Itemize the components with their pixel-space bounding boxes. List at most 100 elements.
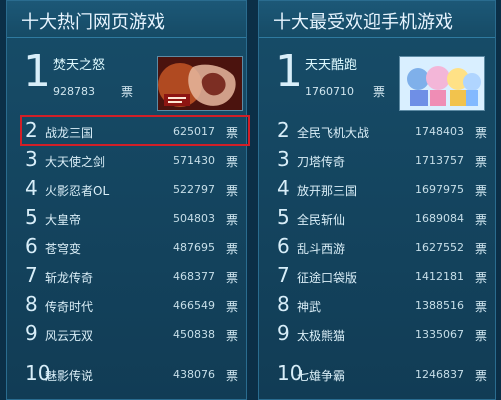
ranking-row[interactable]: 7 征途口袋版 1412181 票 [259, 264, 495, 290]
game-name[interactable]: 传奇时代 [45, 298, 93, 315]
panel-title: 十大最受欢迎手机游戏 [273, 12, 453, 33]
game-name[interactable]: 大天使之剑 [45, 153, 105, 170]
vote-count: 1388516 [415, 299, 464, 312]
rank-number: 5 [277, 205, 290, 229]
ranking-row[interactable]: 3 刀塔传奇 1713757 票 [259, 148, 495, 174]
right-panel: 十大最受欢迎手机游戏 1 天天酷跑 1760710 票 2 全民飞机大战 174… [258, 0, 496, 400]
game-name[interactable]: 七雄争霸 [297, 367, 345, 384]
rank-number: 9 [277, 321, 290, 345]
vote-count: 1713757 [415, 154, 464, 167]
rank-number: 6 [25, 234, 38, 258]
vote-count: 1697975 [415, 183, 464, 196]
vote-unit: 票 [474, 369, 487, 383]
rank-number: 1 [275, 46, 303, 97]
game-name[interactable]: 苍穹变 [45, 240, 81, 257]
rank-number: 2 [277, 118, 290, 142]
game-name[interactable]: 火影忍者OL [45, 182, 109, 199]
ranking-row[interactable]: 9 风云无双 450838 票 [7, 322, 246, 348]
ranking-row[interactable]: 5 全民斩仙 1689084 票 [259, 206, 495, 232]
game-thumbnail-art [158, 57, 242, 110]
rank-number: 9 [25, 321, 38, 345]
ranking-row[interactable]: 10 魅影传说 438076 票 [7, 362, 246, 388]
vote-count: 450838 [173, 328, 215, 341]
ranking-row[interactable]: 8 传奇时代 466549 票 [7, 293, 246, 319]
top-ranked-item[interactable]: 1 天天酷跑 1760710 票 [259, 50, 495, 113]
vote-count: 1689084 [415, 212, 464, 225]
game-name[interactable]: 放开那三国 [297, 182, 357, 199]
vote-unit: 票 [474, 155, 487, 169]
game-thumbnail-art [400, 57, 484, 110]
game-thumbnail[interactable] [399, 56, 485, 111]
rank-number: 7 [277, 263, 290, 287]
ranking-row[interactable]: 4 放开那三国 1697975 票 [259, 177, 495, 203]
vote-unit: 票 [474, 271, 487, 285]
rank-number: 6 [277, 234, 290, 258]
vote-count: 522797 [173, 183, 215, 196]
vote-count: 1748403 [415, 125, 464, 138]
vote-count: 1760710 [305, 85, 354, 98]
game-name[interactable]: 风云无双 [45, 327, 93, 344]
game-name[interactable]: 征途口袋版 [297, 269, 357, 286]
vote-count: 571430 [173, 154, 215, 167]
game-name[interactable]: 战龙三国 [45, 124, 93, 141]
left-panel: 十大热门网页游戏 1 焚天之怒 928783 票 2 战龙三国 625017 票… [6, 0, 250, 400]
game-name[interactable]: 全民飞机大战 [297, 124, 369, 141]
vote-unit: 票 [225, 242, 238, 256]
game-name[interactable]: 天天酷跑 [305, 54, 357, 73]
vote-count: 1335067 [415, 328, 464, 341]
vote-unit: 票 [373, 85, 386, 99]
ranking-row[interactable]: 8 神武 1388516 票 [259, 293, 495, 319]
game-name[interactable]: 魅影传说 [45, 367, 93, 384]
ranking-row[interactable]: 3 大天使之剑 571430 票 [7, 148, 246, 174]
vote-unit: 票 [225, 184, 238, 198]
game-name[interactable]: 全民斩仙 [297, 211, 345, 228]
ranking-row[interactable]: 6 乱斗西游 1627552 票 [259, 235, 495, 261]
ranking-row[interactable]: 10 七雄争霸 1246837 票 [259, 362, 495, 388]
rank-number: 4 [277, 176, 290, 200]
game-name[interactable]: 大皇帝 [45, 211, 81, 228]
vote-unit: 票 [121, 85, 134, 99]
vote-unit: 票 [474, 213, 487, 227]
rank-number: 8 [277, 292, 290, 316]
game-name[interactable]: 焚天之怒 [53, 54, 105, 73]
vote-unit: 票 [474, 184, 487, 198]
vote-count: 1627552 [415, 241, 464, 254]
vote-unit: 票 [474, 242, 487, 256]
vote-count: 504803 [173, 212, 215, 225]
vote-count: 625017 [173, 125, 215, 138]
game-name[interactable]: 斩龙传奇 [45, 269, 93, 286]
vote-unit: 票 [225, 213, 238, 227]
vote-count: 466549 [173, 299, 215, 312]
rank-number: 2 [25, 118, 38, 142]
ranking-row[interactable]: 9 太极熊猫 1335067 票 [259, 322, 495, 348]
top-ranked-item[interactable]: 1 焚天之怒 928783 票 [7, 50, 246, 113]
vote-unit: 票 [225, 126, 238, 140]
ranking-row[interactable]: 2 战龙三国 625017 票 [7, 119, 246, 145]
ranking-row[interactable]: 7 斩龙传奇 468377 票 [7, 264, 246, 290]
ranking-row[interactable]: 6 苍穹变 487695 票 [7, 235, 246, 261]
vote-count: 487695 [173, 241, 215, 254]
game-name[interactable]: 乱斗西游 [297, 240, 345, 257]
vote-unit: 票 [225, 369, 238, 383]
rank-number: 3 [277, 147, 290, 171]
panel-title: 十大热门网页游戏 [21, 12, 165, 33]
vote-count: 1412181 [415, 270, 464, 283]
game-name[interactable]: 刀塔传奇 [297, 153, 345, 170]
vote-unit: 票 [225, 271, 238, 285]
ranking-row[interactable]: 2 全民飞机大战 1748403 票 [259, 119, 495, 145]
game-thumbnail[interactable] [157, 56, 243, 111]
ranking-row[interactable]: 4 火影忍者OL 522797 票 [7, 177, 246, 203]
rank-number: 4 [25, 176, 38, 200]
rank-number: 3 [25, 147, 38, 171]
game-name[interactable]: 神武 [297, 298, 321, 315]
rank-number: 7 [25, 263, 38, 287]
vote-unit: 票 [474, 329, 487, 343]
rank-number: 8 [25, 292, 38, 316]
panel-header: 十大最受欢迎手机游戏 [259, 1, 495, 38]
panel-header: 十大热门网页游戏 [7, 1, 246, 38]
game-name[interactable]: 太极熊猫 [297, 327, 345, 344]
vote-unit: 票 [225, 155, 238, 169]
vote-unit: 票 [225, 300, 238, 314]
ranking-row[interactable]: 5 大皇帝 504803 票 [7, 206, 246, 232]
vote-count: 468377 [173, 270, 215, 283]
